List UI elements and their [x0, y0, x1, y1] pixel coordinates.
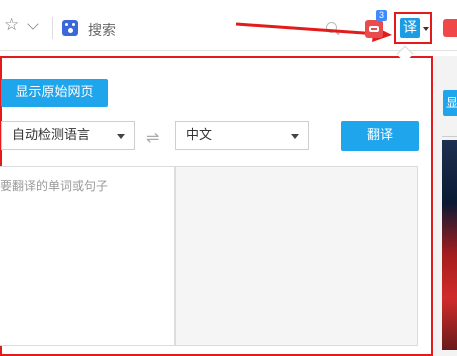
extension-icon[interactable]	[365, 20, 383, 38]
show-original-page-button[interactable]: 显示原始网页	[1, 79, 108, 107]
translate-extension-highlight: 译	[394, 12, 432, 44]
translation-output	[175, 166, 418, 346]
divider	[442, 136, 457, 137]
search-box-label[interactable]: 搜索	[88, 20, 116, 40]
extension-icon-partial[interactable]	[443, 19, 457, 37]
target-language-select[interactable]: 中文	[175, 121, 309, 150]
source-language-value: 自动检测语言	[12, 128, 91, 143]
notification-badge: 3	[376, 10, 388, 21]
dropdown-arrow-icon	[117, 134, 125, 139]
target-language-value: 中文	[186, 128, 213, 143]
divider	[52, 17, 53, 39]
translate-extension-button[interactable]: 译	[400, 18, 420, 38]
browser-toolbar: ☆ 搜索 3 译	[0, 0, 457, 51]
swap-languages-icon[interactable]: ⇌	[146, 128, 159, 147]
page-image	[442, 140, 457, 350]
star-icon[interactable]: ☆	[4, 15, 19, 35]
page-button[interactable]: 显	[443, 90, 457, 116]
chevron-down-icon[interactable]	[27, 18, 39, 30]
source-text-placeholder: 要翻译的单词或句子	[0, 179, 109, 193]
caret-down-icon[interactable]	[423, 27, 429, 31]
dropdown-arrow-icon	[291, 134, 299, 139]
source-language-select[interactable]: 自动检测语言	[1, 121, 135, 150]
translate-button[interactable]: 翻译	[341, 121, 419, 151]
baidu-paw-icon	[62, 20, 78, 36]
